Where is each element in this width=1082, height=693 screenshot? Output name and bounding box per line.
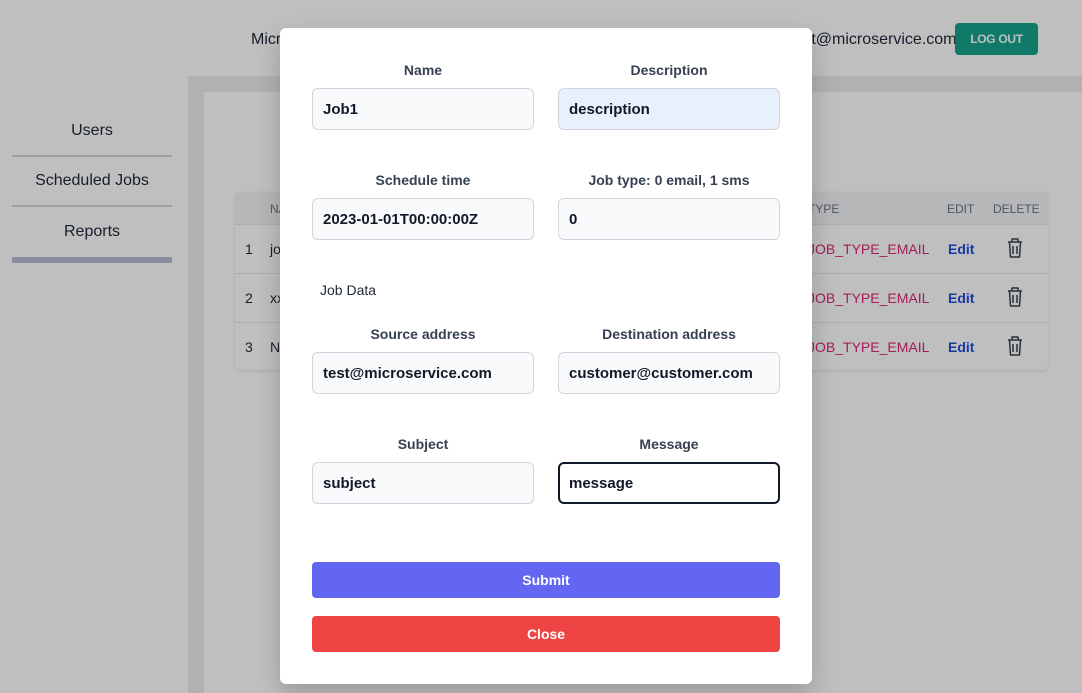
destination-address-label: Destination address bbox=[602, 326, 736, 342]
close-button[interactable]: Close bbox=[312, 616, 780, 652]
job-type-label: Job type: 0 email, 1 sms bbox=[588, 172, 750, 188]
job-type-input[interactable] bbox=[558, 198, 780, 240]
description-label: Description bbox=[630, 62, 708, 78]
name-label: Name bbox=[403, 62, 443, 78]
name-input[interactable] bbox=[312, 88, 534, 130]
schedule-time-label: Schedule time bbox=[375, 172, 471, 188]
job-data-section-label: Job Data bbox=[320, 282, 377, 298]
create-job-modal: Name Description Schedule time Job type:… bbox=[280, 28, 812, 684]
message-label: Message bbox=[639, 436, 699, 452]
message-input[interactable] bbox=[558, 462, 780, 504]
description-input[interactable] bbox=[558, 88, 780, 130]
schedule-time-input[interactable] bbox=[312, 198, 534, 240]
source-address-input[interactable] bbox=[312, 352, 534, 394]
source-address-label: Source address bbox=[370, 326, 476, 342]
destination-address-input[interactable] bbox=[558, 352, 780, 394]
subject-input[interactable] bbox=[312, 462, 534, 504]
submit-button[interactable]: Submit bbox=[312, 562, 780, 598]
subject-label: Subject bbox=[397, 436, 449, 452]
